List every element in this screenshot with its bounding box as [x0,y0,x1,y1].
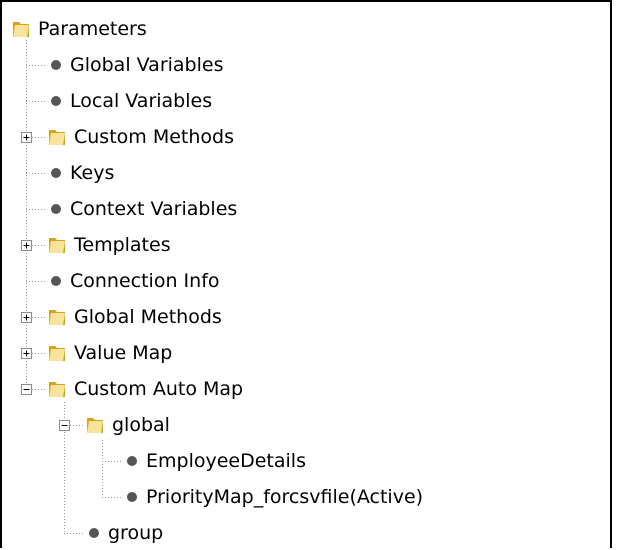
tree-node-label: Templates [74,234,171,256]
open-folder-icon [87,418,103,433]
tree-node-group[interactable]: group [86,516,163,550]
tree-node-value-map[interactable]: Value Map [46,336,172,370]
tree-node-employee-details[interactable]: EmployeeDetails [124,444,306,478]
collapse-icon[interactable] [59,420,70,431]
collapse-icon[interactable] [21,384,32,395]
bullet-icon [89,528,99,538]
tree-node-label: Value Map [74,342,173,364]
bullet-icon [51,168,61,178]
tree-node-label: PriorityMap_forcsvfile(Active) [146,486,424,508]
tree-node-custom-auto-map[interactable]: Custom Auto Map [46,372,243,406]
tree-node-templates[interactable]: Templates [46,228,171,262]
expand-icon[interactable] [21,240,32,251]
tree-node-label: global [112,414,170,436]
tree-node-global-variables[interactable]: Global Variables [48,48,223,82]
tree-node-label: Context Variables [70,198,238,220]
tree-node-label: Parameters [38,18,147,40]
folder-icon [49,346,65,361]
tree-node-label: Local Variables [70,90,213,112]
tree-node-label: Keys [70,162,115,184]
bullet-icon [51,60,61,70]
tree-node-label: Custom Auto Map [74,378,244,400]
tree-node-label: EmployeeDetails [146,450,306,472]
expand-icon[interactable] [21,312,32,323]
tree-node-connection-info[interactable]: Connection Info [48,264,220,298]
bullet-icon [51,204,61,214]
tree-node-global-methods[interactable]: Global Methods [46,300,222,334]
folder-icon [13,22,29,37]
folder-icon [49,238,65,253]
tree-node-label: Custom Methods [74,126,234,148]
tree-node-label: group [108,522,164,544]
tree-node-label: Global Methods [74,306,222,328]
tree-node-global[interactable]: global [84,408,170,442]
tree-node-label: Global Variables [70,54,224,76]
tree-node-keys[interactable]: Keys [48,156,114,190]
folder-icon [49,310,65,325]
expand-icon[interactable] [21,348,32,359]
tree-node-label: Connection Info [70,270,220,292]
bullet-icon [51,96,61,106]
tree-node-parameters[interactable]: Parameters [10,12,147,46]
parameters-tree: Parameters Global Variables Local Variab… [0,0,612,548]
tree-node-local-variables[interactable]: Local Variables [48,84,212,118]
expand-icon[interactable] [21,132,32,143]
bullet-icon [51,276,61,286]
bullet-icon [127,456,137,466]
open-folder-icon [49,382,65,397]
tree-node-custom-methods[interactable]: Custom Methods [46,120,234,154]
tree-node-priority-map[interactable]: PriorityMap_forcsvfile(Active) [124,480,423,514]
bullet-icon [127,492,137,502]
tree-node-context-variables[interactable]: Context Variables [48,192,237,226]
folder-icon [49,130,65,145]
